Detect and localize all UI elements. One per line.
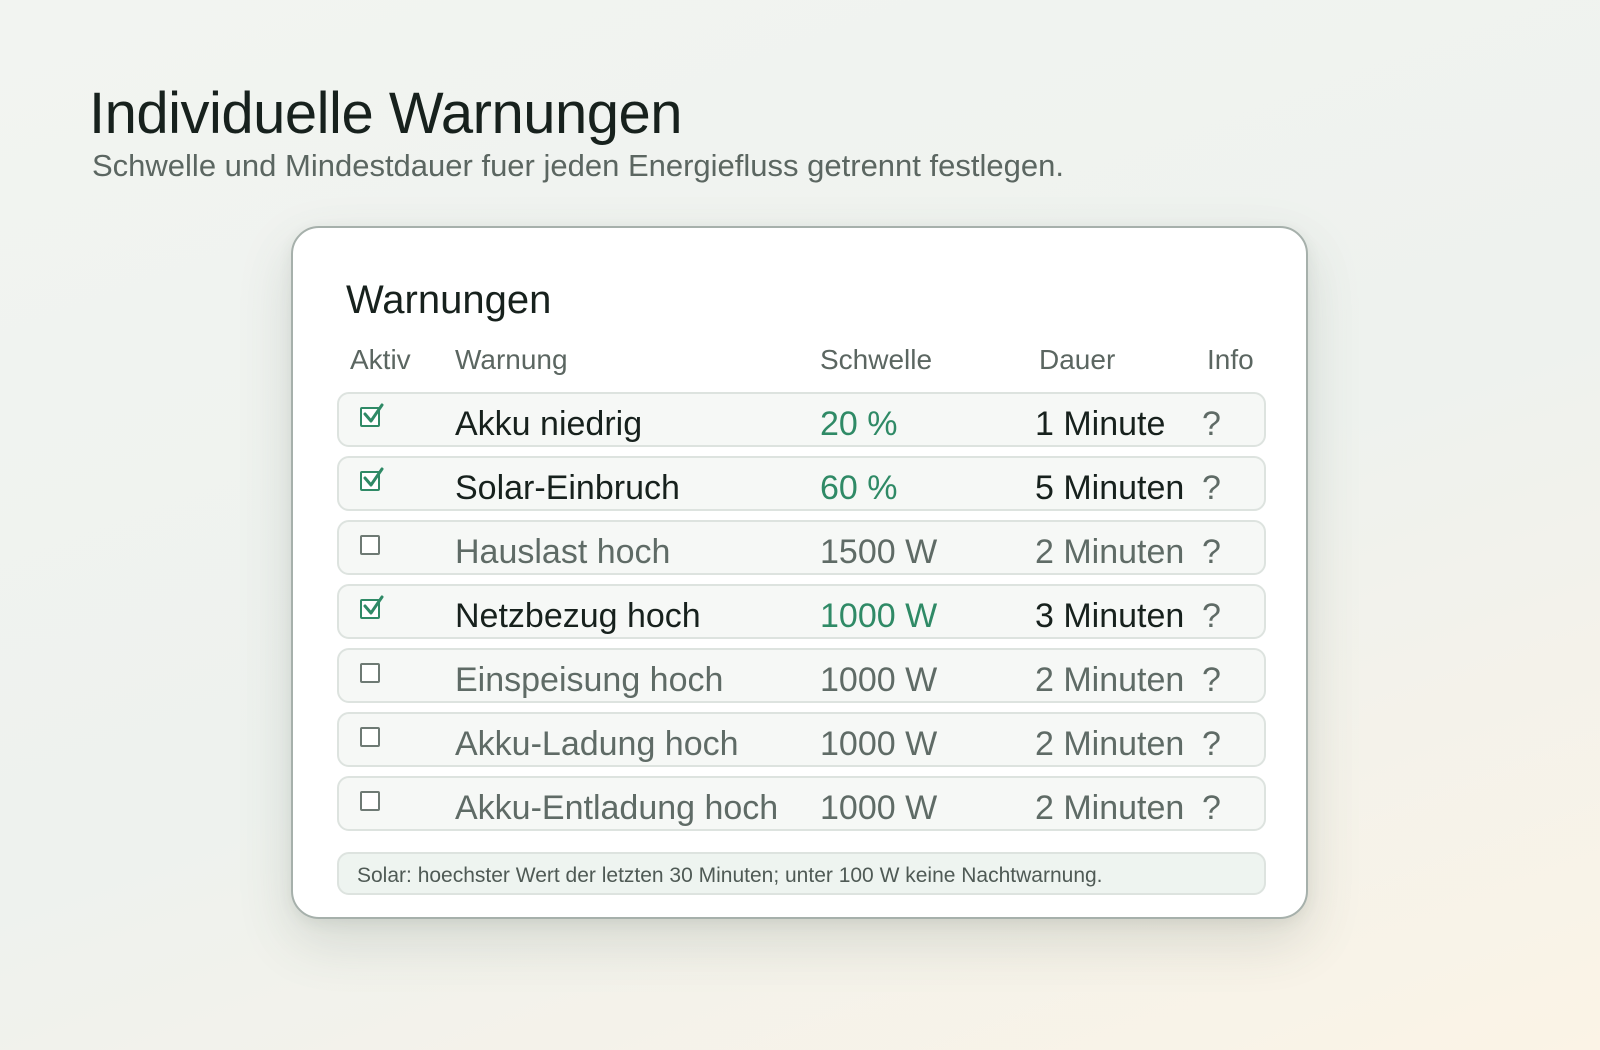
- warning-row[interactable]: Akku-Ladung hoch 1000 W 2 Minuten ?: [337, 712, 1266, 767]
- warning-duration[interactable]: 3 Minuten: [1035, 596, 1184, 636]
- column-header-aktiv: Aktiv: [350, 344, 411, 375]
- checkbox-checked-icon[interactable]: [360, 403, 384, 427]
- info-icon[interactable]: ?: [1202, 404, 1221, 444]
- warning-name: Netzbezug hoch: [455, 597, 701, 635]
- warnings-card: Warnungen Aktiv Warnung Schwelle Dauer I…: [291, 226, 1308, 919]
- checkbox-checked-icon[interactable]: [360, 595, 384, 619]
- warning-threshold[interactable]: 1000 W: [820, 660, 937, 700]
- warning-row[interactable]: Solar-Einbruch 60 % 5 Minuten ?: [337, 456, 1266, 511]
- checkbox-unchecked-icon[interactable]: [360, 727, 380, 747]
- warning-threshold[interactable]: 1000 W: [820, 788, 937, 828]
- info-icon[interactable]: ?: [1202, 532, 1221, 572]
- checkbox-unchecked-icon[interactable]: [360, 663, 380, 683]
- warning-duration[interactable]: 5 Minuten: [1035, 468, 1184, 508]
- warning-duration[interactable]: 2 Minuten: [1035, 532, 1184, 572]
- warnings-list: Akku niedrig 20 % 1 Minute ? Solar-Einbr…: [337, 392, 1266, 840]
- warning-threshold[interactable]: 1000 W: [820, 596, 937, 636]
- page-title: Individuelle Warnungen: [89, 81, 683, 146]
- column-header-schwelle: Schwelle: [820, 344, 933, 375]
- info-icon[interactable]: ?: [1202, 660, 1221, 700]
- warning-threshold[interactable]: 20 %: [820, 404, 898, 444]
- warning-duration[interactable]: 2 Minuten: [1035, 660, 1184, 700]
- info-icon[interactable]: ?: [1202, 596, 1221, 636]
- warning-threshold[interactable]: 1000 W: [820, 724, 937, 764]
- column-header-dauer: Dauer: [1039, 344, 1116, 375]
- card-title: Warnungen: [346, 278, 552, 322]
- checkbox-unchecked-icon[interactable]: [360, 535, 380, 555]
- warning-name: Akku niedrig: [455, 405, 643, 443]
- info-icon[interactable]: ?: [1202, 468, 1221, 508]
- warning-name: Hauslast hoch: [455, 533, 671, 571]
- warning-row[interactable]: Akku niedrig 20 % 1 Minute ?: [337, 392, 1266, 447]
- warning-duration[interactable]: 2 Minuten: [1035, 724, 1184, 764]
- warning-row[interactable]: Einspeisung hoch 1000 W 2 Minuten ?: [337, 648, 1266, 703]
- warning-name: Solar-Einbruch: [455, 469, 680, 507]
- solar-note: Solar: hoechster Wert der letzten 30 Min…: [337, 852, 1266, 895]
- warning-threshold[interactable]: 1500 W: [820, 532, 937, 572]
- page-subtitle: Schwelle und Mindestdauer fuer jeden Ene…: [92, 148, 1064, 183]
- info-icon[interactable]: ?: [1202, 724, 1221, 764]
- warning-duration[interactable]: 2 Minuten: [1035, 788, 1184, 828]
- info-icon[interactable]: ?: [1202, 788, 1221, 828]
- warning-row[interactable]: Netzbezug hoch 1000 W 3 Minuten ?: [337, 584, 1266, 639]
- column-header-info: Info: [1207, 344, 1254, 375]
- warning-name: Einspeisung hoch: [455, 661, 724, 699]
- warning-row[interactable]: Hauslast hoch 1500 W 2 Minuten ?: [337, 520, 1266, 575]
- warning-name: Akku-Entladung hoch: [455, 789, 779, 827]
- warning-duration[interactable]: 1 Minute: [1035, 404, 1165, 444]
- warning-threshold[interactable]: 60 %: [820, 468, 898, 508]
- checkbox-unchecked-icon[interactable]: [360, 791, 380, 811]
- column-header-warnung: Warnung: [455, 344, 568, 375]
- checkbox-checked-icon[interactable]: [360, 467, 384, 491]
- warning-row[interactable]: Akku-Entladung hoch 1000 W 2 Minuten ?: [337, 776, 1266, 831]
- warning-name: Akku-Ladung hoch: [455, 725, 739, 763]
